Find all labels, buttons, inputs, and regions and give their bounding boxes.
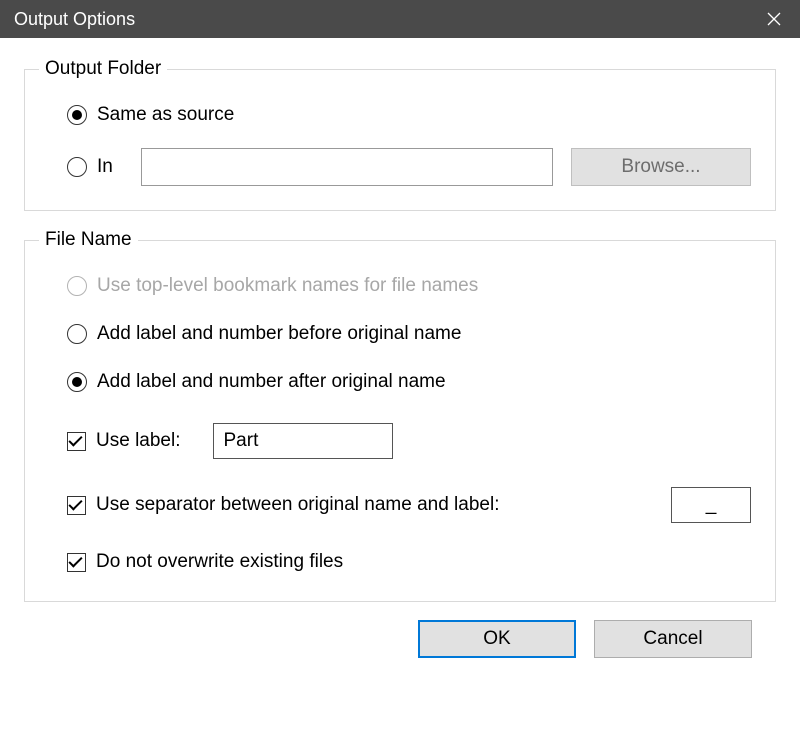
- add-before-label[interactable]: Add label and number before original nam…: [97, 323, 461, 345]
- ok-button[interactable]: OK: [418, 620, 576, 658]
- same-as-source-radio[interactable]: [67, 105, 87, 125]
- in-folder-label[interactable]: In: [97, 156, 113, 178]
- output-folder-legend: Output Folder: [39, 58, 167, 80]
- same-as-source-label[interactable]: Same as source: [97, 104, 234, 126]
- cancel-button[interactable]: Cancel: [594, 620, 752, 658]
- button-row: OK Cancel: [24, 620, 776, 658]
- file-name-group: File Name Use top-level bookmark names f…: [24, 229, 776, 602]
- window-title: Output Options: [14, 9, 135, 30]
- use-bookmark-label: Use top-level bookmark names for file na…: [97, 275, 478, 297]
- file-name-legend: File Name: [39, 229, 138, 251]
- use-separator-text[interactable]: Use separator between original name and …: [96, 494, 499, 516]
- add-after-label[interactable]: Add label and number after original name: [97, 371, 446, 393]
- same-as-source-row: Same as source: [67, 104, 751, 126]
- folder-path-input[interactable]: [141, 148, 553, 186]
- use-label-checkbox[interactable]: [67, 432, 86, 451]
- add-before-row: Add label and number before original nam…: [67, 323, 751, 345]
- separator-input[interactable]: [671, 487, 751, 523]
- in-folder-row: In Browse...: [67, 148, 751, 186]
- no-overwrite-text[interactable]: Do not overwrite existing files: [96, 551, 343, 573]
- use-bookmark-row: Use top-level bookmark names for file na…: [67, 275, 751, 297]
- add-after-radio[interactable]: [67, 372, 87, 392]
- no-overwrite-checkbox[interactable]: [67, 553, 86, 572]
- close-icon: [767, 12, 781, 26]
- dialog-content: Output Folder Same as source In Browse..…: [0, 38, 800, 678]
- add-before-radio[interactable]: [67, 324, 87, 344]
- close-button[interactable]: [748, 0, 800, 38]
- use-bookmark-radio: [67, 276, 87, 296]
- browse-button[interactable]: Browse...: [571, 148, 751, 186]
- in-folder-radio[interactable]: [67, 157, 87, 177]
- use-separator-row: Use separator between original name and …: [67, 487, 751, 523]
- label-input[interactable]: [213, 423, 393, 459]
- use-separator-checkbox[interactable]: [67, 496, 86, 515]
- titlebar: Output Options: [0, 0, 800, 38]
- add-after-row: Add label and number after original name: [67, 371, 751, 393]
- use-label-text[interactable]: Use label:: [96, 430, 181, 452]
- no-overwrite-row: Do not overwrite existing files: [67, 551, 751, 573]
- output-folder-group: Output Folder Same as source In Browse..…: [24, 58, 776, 211]
- use-label-row: Use label:: [67, 423, 751, 459]
